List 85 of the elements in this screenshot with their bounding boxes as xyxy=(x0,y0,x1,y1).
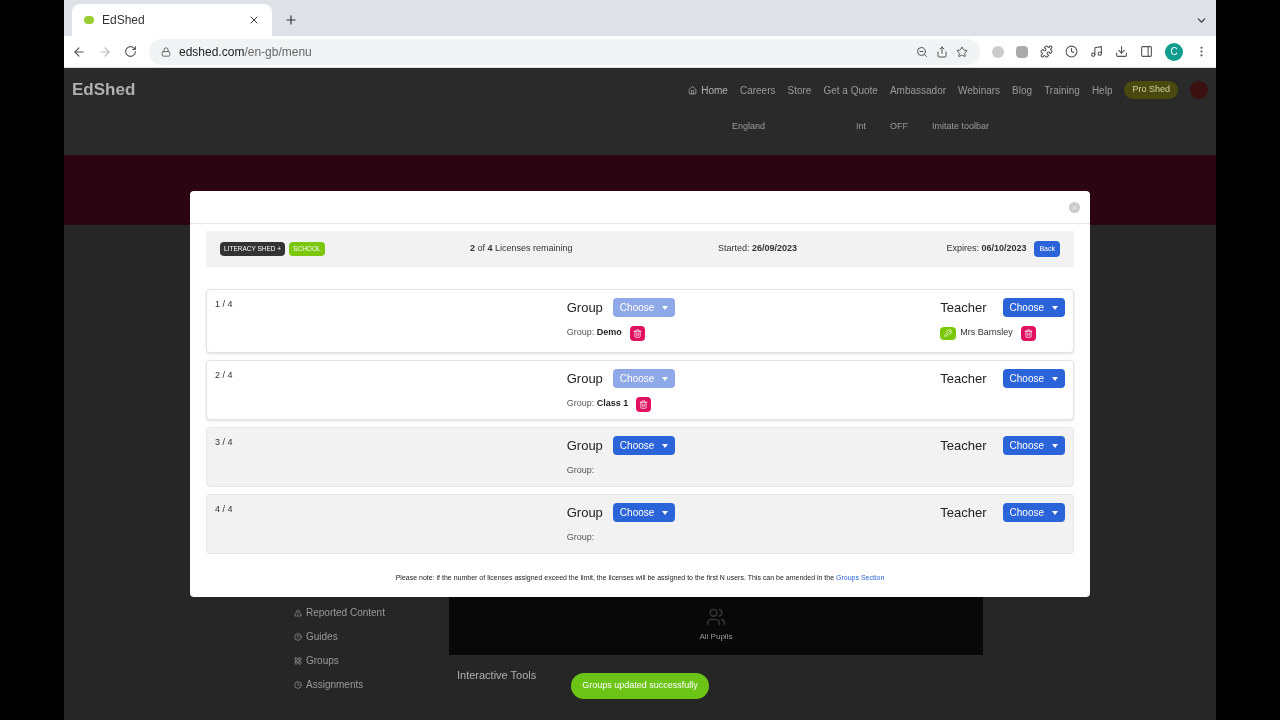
key-icon xyxy=(940,326,957,340)
back-icon[interactable] xyxy=(72,44,86,59)
nav-link[interactable]: Webinars xyxy=(958,82,1001,98)
start-date: Started: 26/09/2023 xyxy=(718,242,798,256)
caret-icon xyxy=(1052,510,1058,515)
nav-link[interactable]: Get a Quote xyxy=(823,82,878,98)
group-value: Group: Class 1 xyxy=(566,397,629,411)
nav-link[interactable]: Training xyxy=(1044,82,1080,98)
license-number: 4 / 4 xyxy=(215,503,234,516)
caret-icon xyxy=(1052,305,1058,310)
teacher-name: Mrs Barnsley xyxy=(960,326,1013,340)
delete-button[interactable] xyxy=(1020,325,1036,341)
profile-avatar[interactable]: C xyxy=(1165,42,1183,61)
choose-dropdown[interactable]: Choose xyxy=(1002,298,1065,318)
pupils-panel[interactable]: All Pupils xyxy=(448,595,983,655)
group-label: Group xyxy=(566,299,603,317)
url-text: edshed.com/en-gb/menu xyxy=(179,43,313,61)
users-icon xyxy=(705,607,726,627)
choose-dropdown[interactable]: Choose xyxy=(1002,369,1065,389)
close-icon[interactable] xyxy=(248,14,260,26)
toolbar-item[interactable]: Int xyxy=(856,120,866,134)
zoom-icon[interactable] xyxy=(916,45,928,58)
sidebar-link[interactable]: Groups xyxy=(306,653,339,668)
upgrade-button[interactable]: Pro Shed xyxy=(1124,81,1178,99)
group-label: Group xyxy=(566,370,603,388)
group-value: Group: Demo xyxy=(566,326,622,340)
section-title: Interactive Tools xyxy=(456,668,538,683)
new-tab-icon[interactable] xyxy=(284,13,298,27)
choose-dropdown[interactable]: Choose xyxy=(1002,503,1065,523)
help-icon xyxy=(294,632,302,641)
license-number: 1 / 4 xyxy=(215,298,234,311)
group-value: Group: xyxy=(566,530,595,544)
share-icon[interactable] xyxy=(936,45,948,58)
nav-link[interactable]: Help xyxy=(1091,82,1113,98)
address-bar[interactable]: edshed.com/en-gb/menu xyxy=(149,38,980,65)
caret-icon xyxy=(1052,376,1058,381)
toolbar-item[interactable]: Imitate toolbar xyxy=(932,120,990,134)
region-select[interactable]: England xyxy=(732,120,832,134)
clock-icon xyxy=(294,680,302,689)
browser-tab[interactable]: EdShed xyxy=(72,4,272,36)
extension-icon[interactable] xyxy=(1065,45,1078,58)
download-icon[interactable] xyxy=(1115,45,1128,58)
sidebar-link[interactable]: Reported Content xyxy=(306,605,385,620)
bookmark-icon[interactable] xyxy=(956,45,968,58)
nav-link[interactable]: Store xyxy=(787,82,812,98)
caret-icon xyxy=(662,376,669,381)
choose-dropdown[interactable]: Choose xyxy=(612,503,676,523)
caret-icon xyxy=(662,305,669,310)
teacher-label: Teacher xyxy=(940,299,987,317)
home-icon xyxy=(688,85,698,95)
grid-icon xyxy=(294,656,302,665)
nav-link[interactable]: Home xyxy=(701,82,728,98)
site-logo[interactable]: EdShed xyxy=(72,77,136,103)
group-label: Group xyxy=(566,504,603,522)
group-value: Group: xyxy=(566,463,595,477)
delete-button[interactable] xyxy=(636,396,652,412)
nav-link[interactable]: Careers xyxy=(739,82,776,98)
caret-icon xyxy=(662,443,669,448)
caret-icon xyxy=(1052,443,1058,448)
lock-icon xyxy=(161,46,171,57)
warning-icon xyxy=(294,608,302,617)
choose-dropdown[interactable]: Choose xyxy=(612,436,676,456)
choose-dropdown[interactable]: Choose xyxy=(1002,436,1065,456)
side-panel-icon[interactable] xyxy=(1140,45,1153,58)
nav-link[interactable]: Blog xyxy=(1012,82,1033,98)
delete-button[interactable] xyxy=(629,325,645,341)
group-label: Group xyxy=(566,437,603,455)
success-toast: Groups updated successfully xyxy=(571,673,709,699)
caret-icon xyxy=(662,510,669,515)
teacher-label: Teacher xyxy=(940,370,987,388)
toolbar-item[interactable]: OFF xyxy=(890,120,908,134)
sidebar-link[interactable]: Guides xyxy=(306,629,338,644)
tab-title: EdShed xyxy=(102,12,146,29)
sidebar-link[interactable]: Assignments xyxy=(306,677,364,692)
license-number: 3 / 4 xyxy=(215,436,234,449)
nav-link[interactable]: Ambassador xyxy=(889,82,947,98)
teacher-label: Teacher xyxy=(940,504,987,522)
panel-label: All Pupils xyxy=(699,631,733,643)
expiry-date: Expires: 06/10/2023 xyxy=(946,242,1027,256)
teacher-label: Teacher xyxy=(940,437,987,455)
extensions-icon[interactable] xyxy=(1040,45,1053,58)
licenses-remaining: 2 of 4 Licenses remaining xyxy=(470,242,574,256)
license-number: 2 / 4 xyxy=(215,369,234,382)
reload-icon[interactable] xyxy=(124,45,137,58)
media-icon[interactable] xyxy=(1090,45,1103,58)
